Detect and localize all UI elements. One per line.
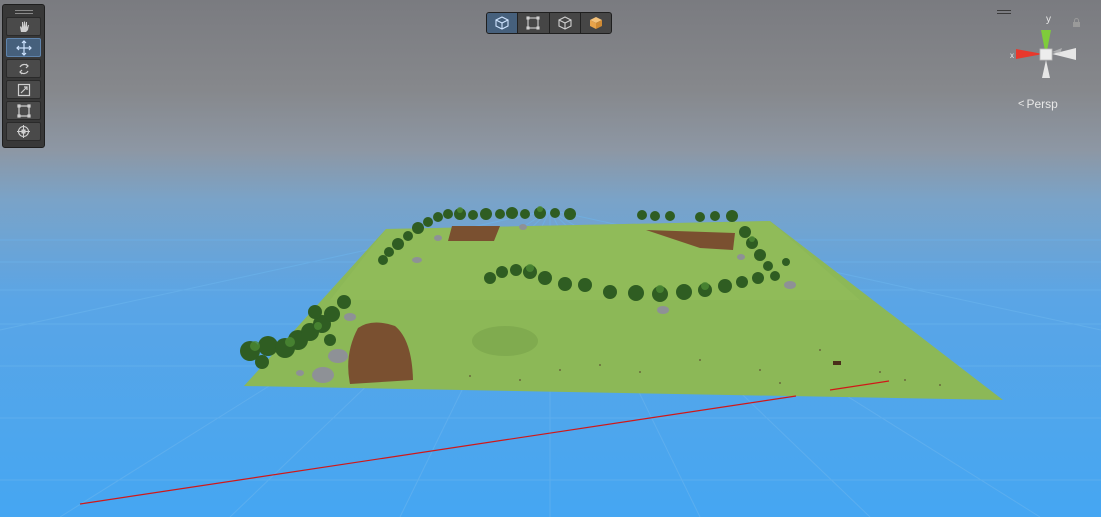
wire-cube-icon [558,16,572,30]
rect-icon [526,16,540,30]
z-axis-cone[interactable] [1052,48,1076,60]
rotate-tool-button[interactable] [6,59,41,78]
hand-icon [19,21,29,32]
x-axis-cone[interactable] [1016,49,1043,59]
draw-mode-toolbar [486,12,612,34]
scene-viewport[interactable]: y x < Persp [0,0,1101,517]
rect-mode-button[interactable] [518,13,550,33]
rotate-icon [18,63,29,74]
perspective-icon: < [1018,98,1025,110]
scale-tool-button[interactable] [6,80,41,99]
rect-tool-button[interactable] [6,101,41,120]
cube-icon [495,16,509,30]
lit-mode-button[interactable] [580,13,611,33]
gizmo-y-label: y [1046,14,1051,25]
neg-y-cone[interactable] [1042,60,1050,78]
scene-canvas[interactable] [0,0,1101,517]
palette-drag-handle[interactable] [6,7,41,17]
red-line [79,395,797,505]
lit-cube-icon [589,17,602,29]
scale-icon [17,83,30,96]
wireframe-mode-button[interactable] [549,13,581,33]
shaded-mode-button[interactable] [487,13,519,33]
rect-transform-icon [16,103,31,118]
transform-icon [17,125,30,138]
transform-tool-button[interactable] [6,122,41,141]
projection-toggle[interactable]: < Persp [1018,97,1058,111]
gizmo-x-label: x [1010,51,1014,60]
hand-tool-button[interactable] [6,17,41,36]
tool-palette [2,4,45,148]
move-tool-button[interactable] [6,38,41,57]
projection-label: Persp [1026,97,1058,111]
small-object[interactable] [833,361,841,365]
gizmo-center-cube[interactable] [1039,48,1053,61]
grass-mound [472,326,538,356]
dirt-patch [448,226,500,241]
move-icon [15,39,32,56]
